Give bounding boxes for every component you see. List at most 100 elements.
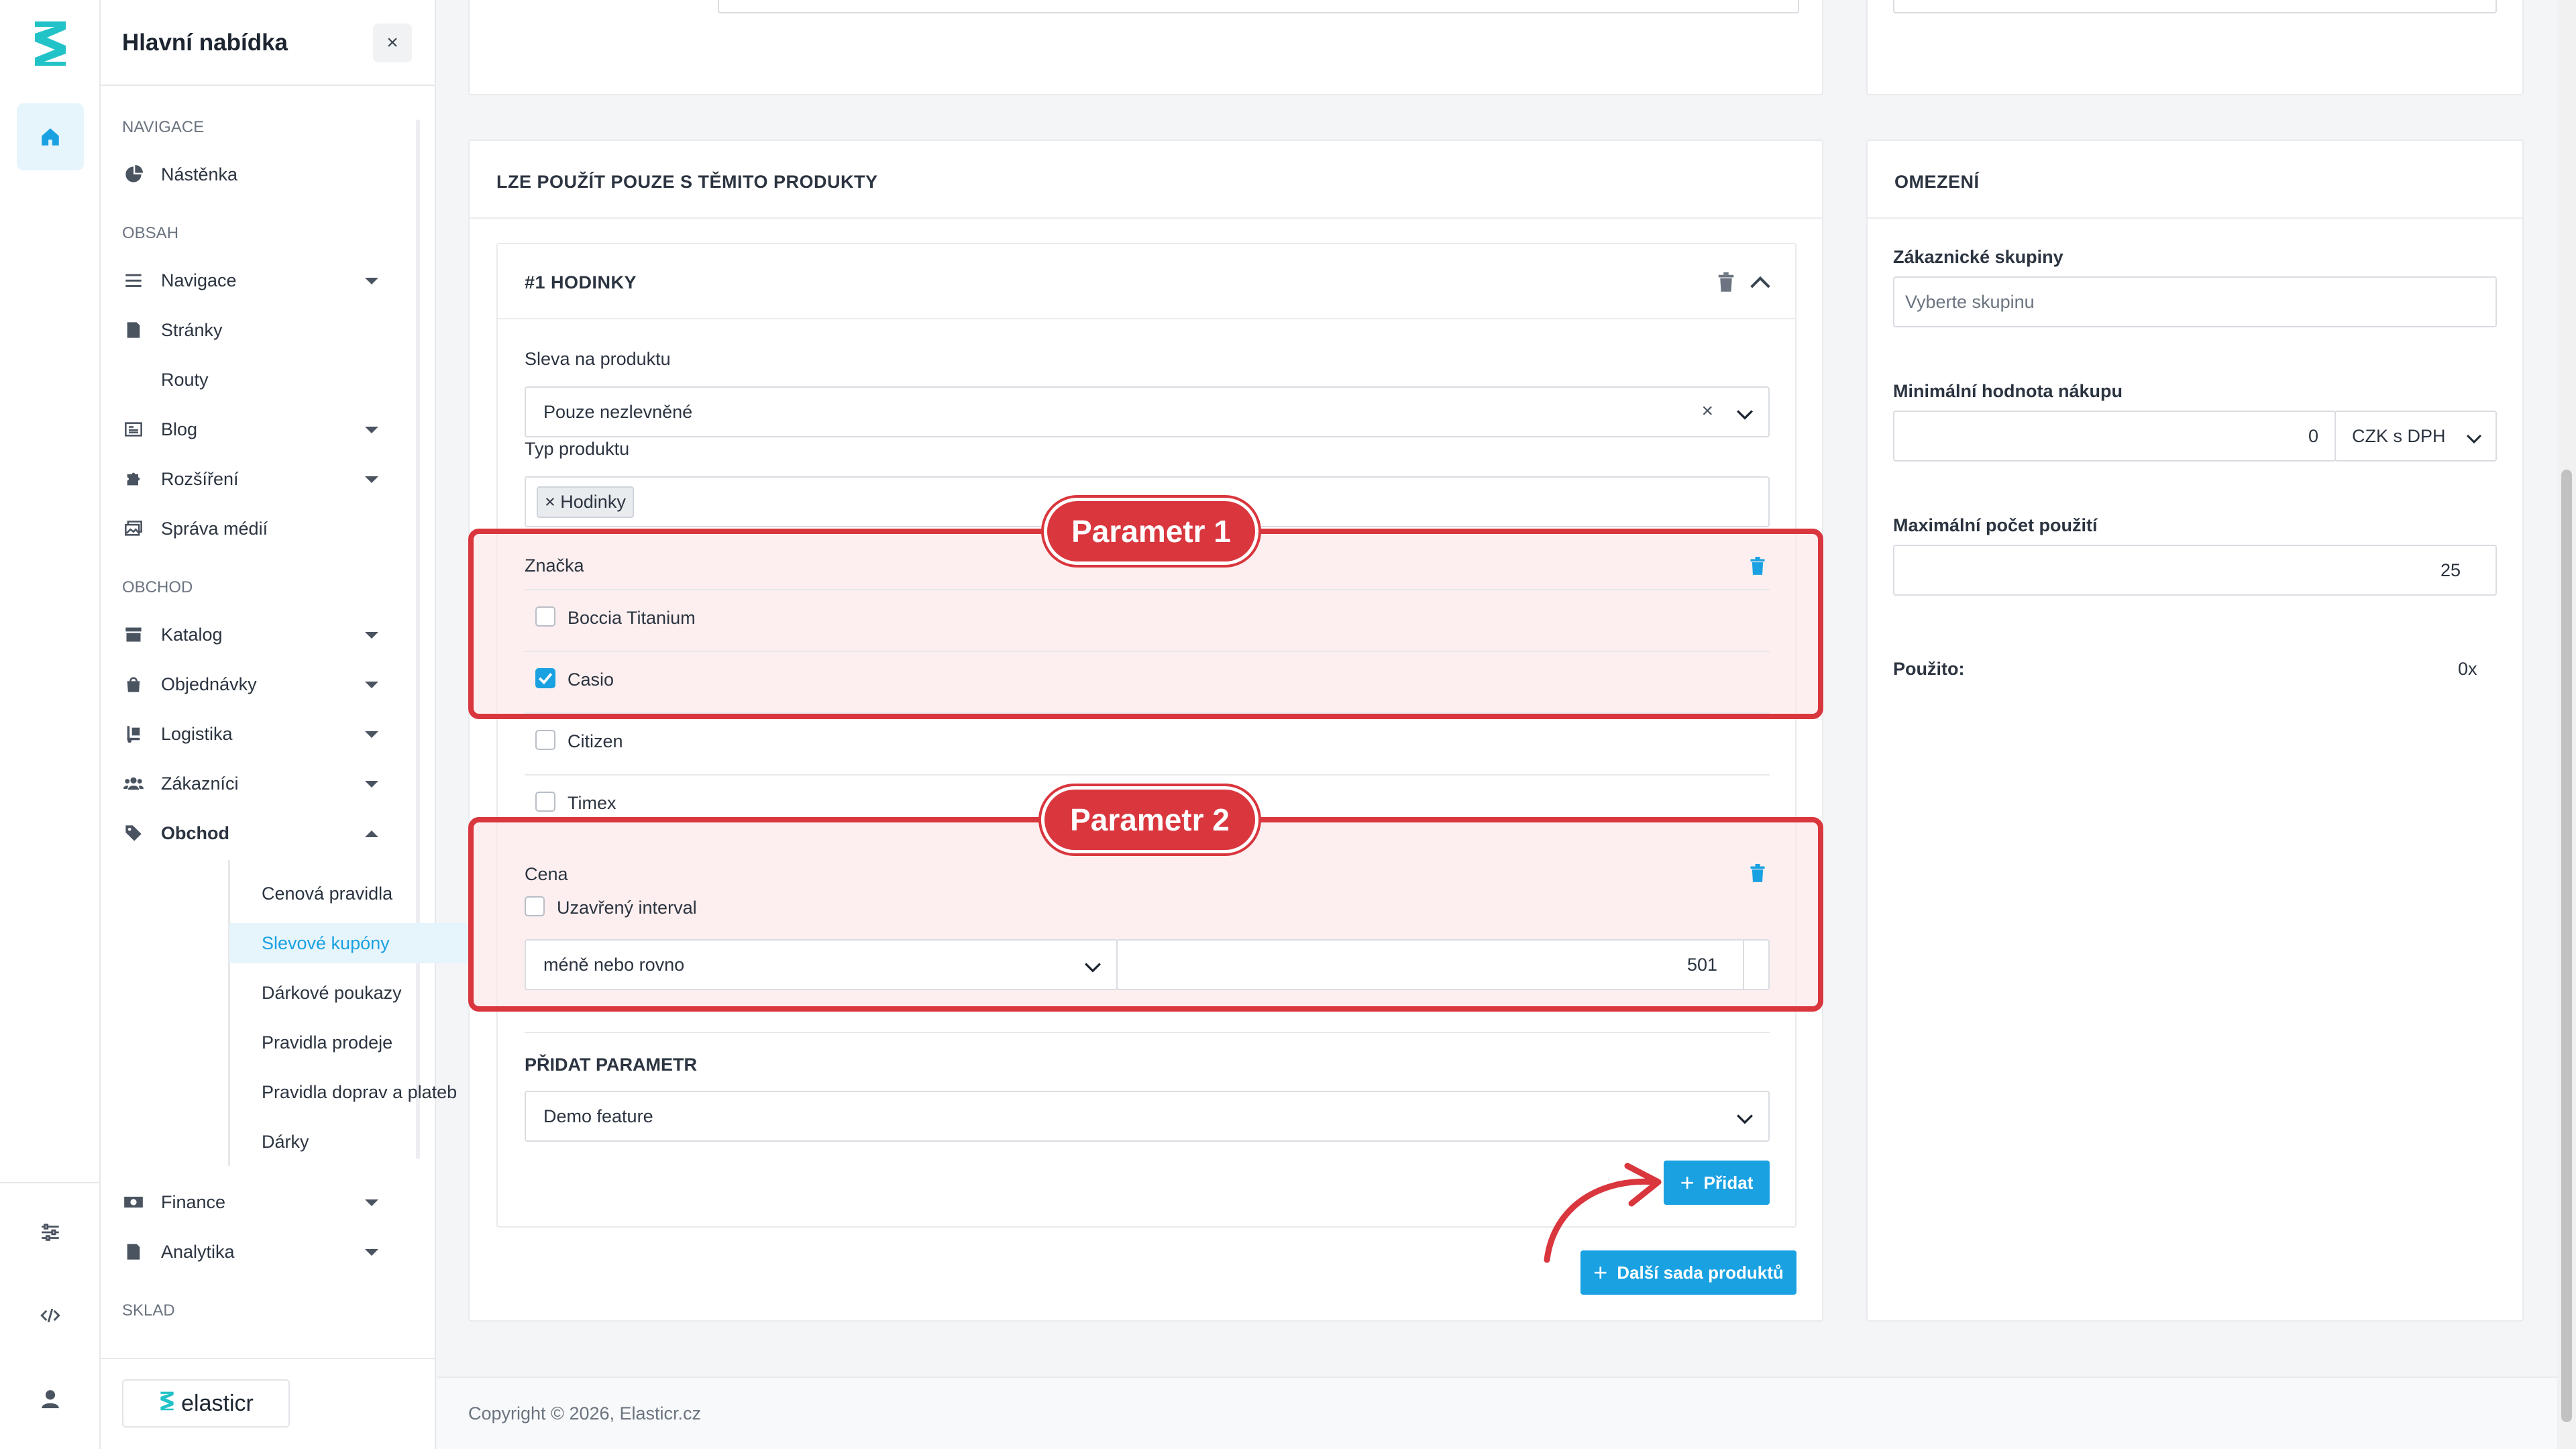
sidebar-header: Hlavní nabídka ×: [101, 0, 435, 86]
sidebar-item-stranky[interactable]: Stránky: [122, 310, 404, 350]
page-icon: [122, 319, 145, 341]
currency-value: CZK s DPH: [2352, 425, 2446, 446]
sidebar-item-obchod[interactable]: Obchod: [122, 813, 404, 853]
customer-groups-placeholder: Vyberte skupinu: [1905, 291, 2035, 312]
brand-name-boccia: Boccia Titanium: [568, 608, 696, 628]
newspaper-icon: [122, 418, 145, 441]
chevron-up-icon: [365, 830, 378, 837]
brand-label: Značka: [525, 555, 584, 576]
max-usage-label: Maximální počet použití: [1893, 515, 2098, 535]
sidebar-item-katalog[interactable]: Katalog: [122, 614, 404, 655]
max-usage-input[interactable]: 25: [1893, 545, 2497, 596]
top-card-right-partial: [1866, 0, 2524, 95]
sidebar-item-finance[interactable]: Finance: [122, 1182, 404, 1222]
add-param-button[interactable]: + Přidat: [1664, 1161, 1770, 1205]
limits-card-title: OMEZENÍ: [1894, 172, 1980, 192]
product-type-tag[interactable]: × Hodinky: [537, 486, 634, 518]
sidebar-item-zakaznici[interactable]: Zákazníci: [122, 763, 404, 804]
input-addon-divider: [1743, 941, 1744, 989]
shopping-bag-icon: [122, 673, 145, 696]
images-icon: [122, 517, 145, 540]
price-value-input[interactable]: 501: [1116, 939, 1770, 990]
sidebar-item-analytika[interactable]: Analytika: [122, 1232, 404, 1272]
sidebar-item-label: Rozšíření: [161, 468, 239, 489]
closed-interval-checkbox[interactable]: [525, 896, 545, 916]
sidebar-item-objednavky[interactable]: Objednávky: [122, 664, 404, 704]
code-icon[interactable]: [34, 1299, 67, 1332]
price-label: Cena: [525, 864, 568, 884]
brand-checkbox-boccia[interactable]: [535, 606, 555, 627]
top-partial-input[interactable]: [718, 0, 1799, 13]
home-icon[interactable]: [17, 103, 84, 170]
sidebar-item-label: Zákazníci: [161, 773, 239, 794]
sidebar-item-label: Routy: [161, 369, 209, 390]
brand-checkbox-casio[interactable]: [535, 668, 555, 688]
discount-select[interactable]: Pouze nezlevněné ×: [525, 386, 1770, 437]
used-label: Použito:: [1893, 659, 1965, 679]
divider: [525, 589, 1770, 590]
settings-sliders-icon[interactable]: [34, 1216, 67, 1249]
elasticr-logo-icon[interactable]: [30, 17, 71, 68]
page-footer: Copyright © 2026, Elasticr.cz: [437, 1377, 2576, 1449]
customer-groups-input[interactable]: Vyberte skupinu: [1893, 276, 2497, 327]
trash-icon[interactable]: [1750, 557, 1766, 579]
page-scrollbar[interactable]: [2557, 0, 2576, 1449]
min-purchase-label: Minimální hodnota nákupu: [1893, 381, 2123, 401]
icon-rail: [0, 0, 101, 1449]
sidebar-item-label: Finance: [161, 1191, 226, 1212]
sidebar-item-routy[interactable]: Routy: [122, 360, 404, 400]
divider: [525, 1032, 1770, 1033]
chevron-down-icon: [365, 632, 378, 639]
elasticr-mark-icon: [158, 1386, 176, 1421]
elasticr-brand-logo[interactable]: elasticr: [122, 1379, 290, 1428]
section-navigace: NAVIGACE: [122, 118, 205, 136]
chevron-down-icon: [365, 682, 378, 688]
sidebar-item-logistika[interactable]: Logistika: [122, 714, 404, 754]
max-usage-value: 25: [2440, 559, 2461, 580]
trash-icon[interactable]: [1717, 272, 1735, 296]
product-set-card: #1 HODINKY Sleva na produktu Pouze nezle…: [468, 243, 1823, 1263]
currency-select[interactable]: CZK s DPH: [2334, 411, 2497, 462]
brand-name-timex: Timex: [568, 793, 616, 813]
section-obsah: OBSAH: [122, 224, 179, 242]
sidebar-item-blog[interactable]: Blog: [122, 409, 404, 449]
brand-name-citizen: Citizen: [568, 731, 623, 751]
sidebar-item-navigace[interactable]: Navigace: [122, 260, 404, 301]
user-icon[interactable]: [34, 1382, 67, 1415]
plus-icon: +: [1593, 1258, 1608, 1286]
sidebar-item-rozsireni[interactable]: Rozšíření: [122, 459, 404, 499]
top-partial-right-input[interactable]: [1893, 0, 2497, 13]
divider: [525, 651, 1770, 652]
clear-icon[interactable]: ×: [1701, 400, 1713, 423]
plus-icon: +: [1680, 1169, 1695, 1196]
archive-icon: [122, 623, 145, 646]
users-icon: [122, 772, 145, 795]
sidebar-item-sprava-medii[interactable]: Správa médií: [122, 508, 404, 549]
add-param-select[interactable]: Demo feature: [525, 1091, 1770, 1142]
brand-checkbox-citizen[interactable]: [535, 730, 555, 750]
chevron-down-icon: [1736, 1110, 1754, 1130]
chevron-up-icon[interactable]: [1750, 274, 1771, 293]
divider: [525, 774, 1770, 775]
products-card: LZE POUŽÍT POUZE S TĚMITO PRODUKTY #1 HO…: [468, 140, 1823, 1322]
trash-icon[interactable]: [1750, 864, 1766, 886]
sidebar-item-label: Obchod: [161, 822, 229, 843]
sidebar-item-label: Nástěnka: [161, 164, 238, 184]
product-set-header[interactable]: #1 HODINKY: [498, 244, 1795, 319]
close-sidebar-button[interactable]: ×: [373, 23, 412, 62]
chevron-down-icon: [365, 1199, 378, 1206]
brand-checkbox-timex[interactable]: [535, 792, 555, 812]
product-type-label: Typ produktu: [525, 439, 630, 459]
price-operator-select[interactable]: méně nebo rovno: [525, 939, 1118, 990]
chevron-down-icon: [365, 781, 378, 788]
chevron-down-icon: [2466, 429, 2482, 450]
product-set-title: #1 HODINKY: [525, 272, 637, 292]
min-purchase-input[interactable]: 0: [1893, 411, 2336, 462]
used-value: 0x: [2458, 659, 2477, 679]
next-product-set-button[interactable]: + Další sada produktů: [1580, 1250, 1796, 1295]
closed-interval-label: Uzavřený interval: [557, 898, 697, 918]
page-scrollbar-thumb[interactable]: [2561, 470, 2572, 1422]
list-icon: [122, 269, 145, 292]
sidebar-item-nastenka[interactable]: Nástěnka: [122, 154, 404, 195]
dashboard-icon: [122, 163, 145, 186]
